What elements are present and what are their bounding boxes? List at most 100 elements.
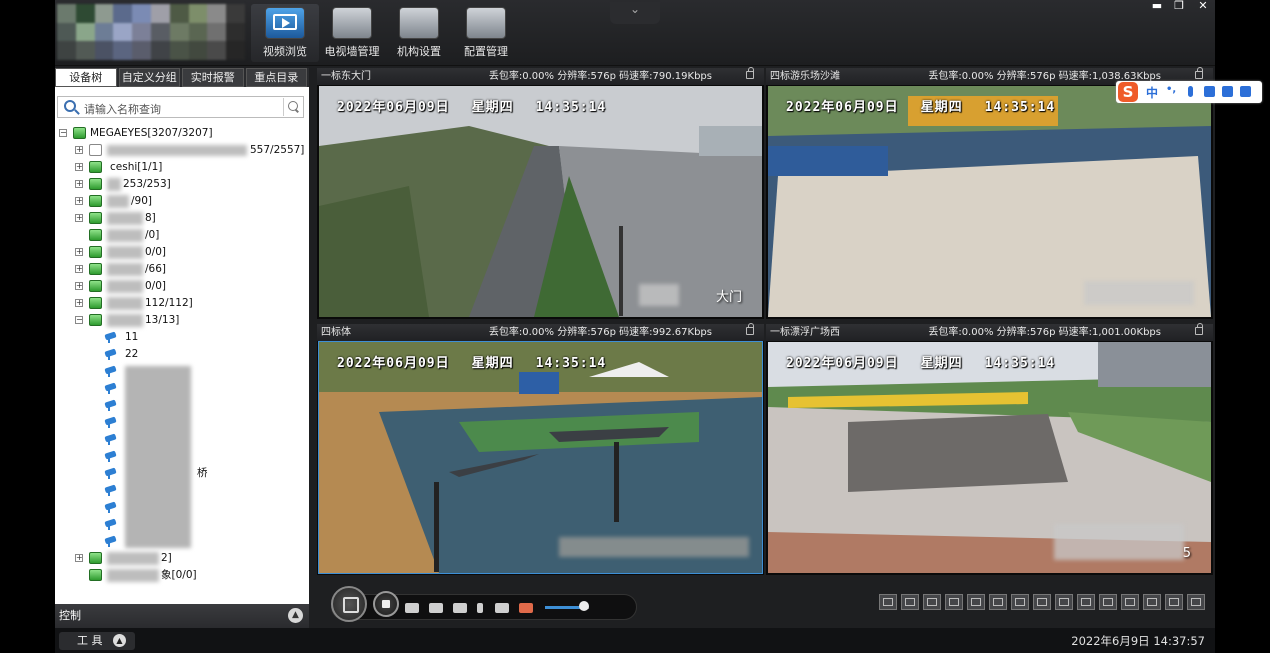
camera-label: 桥: [197, 467, 208, 479]
expand-icon[interactable]: +: [75, 214, 83, 222]
toolbox-icon[interactable]: [1240, 86, 1251, 97]
tree-node[interactable]: + 0/0]: [75, 245, 275, 260]
tree-node[interactable]: + 2]: [75, 551, 275, 566]
minimize-button[interactable]: ▬: [1147, 0, 1167, 12]
video-feed[interactable]: 2022年06月09日 星期四 14:35:14: [318, 341, 763, 574]
tab-custom-group[interactable]: 自定义分组: [118, 68, 180, 87]
layout-10-button[interactable]: [1011, 594, 1029, 610]
control-panel-header[interactable]: 控制 ▲: [55, 604, 309, 628]
tree-node[interactable]: + 112/112]: [75, 296, 275, 311]
osd-weekday: 星期四: [471, 100, 514, 115]
layout-25-button[interactable]: [1077, 594, 1095, 610]
collapse-icon[interactable]: −: [75, 316, 83, 324]
skin-icon[interactable]: [1222, 86, 1233, 97]
expand-icon[interactable]: +: [75, 265, 83, 273]
link-icon[interactable]: [1099, 594, 1117, 610]
tree-node[interactable]: + /90]: [75, 194, 275, 209]
search-button[interactable]: [283, 98, 301, 116]
search-input[interactable]: 请输入名称查询: [57, 96, 304, 118]
lock-icon[interactable]: [746, 323, 754, 335]
video-feed[interactable]: 2022年06月09日 星期四 14:35:14 5: [768, 342, 1211, 573]
tree-node[interactable]: + ceshi[1/1]: [75, 160, 275, 175]
camera-item[interactable]: 22: [105, 347, 205, 362]
video-pane[interactable]: 四标游乐场沙滩 丢包率:0.00% 分辨率:576p 码速率:1,038.63K…: [766, 67, 1213, 319]
tree-node[interactable]: + 8]: [75, 211, 275, 226]
camera-item[interactable]: 11: [105, 330, 205, 345]
nav-video-browse[interactable]: 视频浏览: [251, 4, 319, 62]
layout-13-button[interactable]: [1033, 594, 1051, 610]
layout-1-button[interactable]: [901, 594, 919, 610]
nav-organization[interactable]: 机构设置: [385, 4, 453, 62]
tree-node-expanded[interactable]: − 13/13]: [75, 313, 275, 328]
server-icon: [89, 144, 102, 156]
layout-360-button[interactable]: [879, 594, 897, 610]
tree-node[interactable]: + 0/0]: [75, 279, 275, 294]
expand-icon[interactable]: +: [75, 197, 83, 205]
restore-button[interactable]: ❐: [1169, 0, 1189, 12]
stop-button[interactable]: [373, 591, 399, 617]
video-feed[interactable]: 2022年06月09日 星期四 14:35:14 大门: [319, 86, 762, 317]
nav-tv-wall[interactable]: 电视墙管理: [318, 4, 386, 62]
expand-icon[interactable]: +: [75, 248, 83, 256]
open-window-button[interactable]: [331, 586, 367, 622]
lock-icon[interactable]: [1195, 323, 1203, 335]
speaker-mute-icon[interactable]: [519, 603, 533, 613]
microphone-icon[interactable]: [477, 603, 483, 613]
microphone-icon[interactable]: [1188, 86, 1193, 97]
nav-config[interactable]: 配置管理: [452, 4, 520, 62]
fullscreen-icon[interactable]: [1187, 594, 1205, 610]
layout-6-button[interactable]: [945, 594, 963, 610]
tree-node[interactable]: + 557/2557]: [75, 143, 305, 158]
video-feed[interactable]: 2022年06月09日 星期四 14:35:14: [768, 86, 1211, 317]
tree-node[interactable]: + 253/253]: [75, 177, 275, 192]
window-icon[interactable]: [1143, 594, 1161, 610]
exit-fullscreen-icon[interactable]: [1165, 594, 1183, 610]
org-folder-icon: [89, 229, 102, 241]
expand-icon[interactable]: +: [75, 146, 83, 154]
org-folder-icon: [89, 297, 102, 309]
lock-icon[interactable]: [1195, 67, 1203, 79]
expand-icon[interactable]: +: [75, 180, 83, 188]
ime-mode-toggle[interactable]: 中: [1146, 84, 1158, 101]
video-pane[interactable]: 一标漂浮广场西 丢包率:0.00% 分辨率:576p 码速率:1,001.00K…: [766, 323, 1213, 575]
tab-realtime-alarm[interactable]: 实时报警: [182, 68, 244, 87]
tree-node-label: ceshi[1/1]: [110, 161, 163, 173]
video-pane[interactable]: 一标东大门 丢包率:0.00% 分辨率:576p 码速率:790.19Kbps …: [317, 67, 764, 319]
layout-4-button[interactable]: [923, 594, 941, 610]
ime-punctuation-toggle[interactable]: •,: [1166, 84, 1176, 95]
tree-node[interactable]: 象[0/0]: [75, 568, 275, 583]
camera-icon: [105, 416, 119, 428]
tab-device-tree[interactable]: 设备树: [55, 68, 117, 87]
tab-key-directory[interactable]: 重点目录: [245, 68, 307, 87]
tree-node-label: 557/2557]: [250, 144, 305, 156]
tree-root[interactable]: − MEGAEYES[3207/3207]: [59, 126, 299, 141]
layout-16-button[interactable]: [1055, 594, 1073, 610]
expand-icon[interactable]: +: [75, 163, 83, 171]
ime-toolbar[interactable]: S 中 •,: [1116, 81, 1262, 103]
collapse-toolbar-button[interactable]: ⌄: [610, 2, 660, 24]
chevron-up-icon[interactable]: ▲: [288, 608, 303, 623]
lock-icon[interactable]: [746, 67, 754, 79]
expand-icon[interactable]: +: [75, 554, 83, 562]
tools-button[interactable]: 工 具 ▲: [59, 632, 135, 650]
expand-icon[interactable]: +: [75, 282, 83, 290]
intercom-icon[interactable]: [495, 603, 509, 613]
keyboard-icon[interactable]: [1204, 86, 1215, 97]
record-icon[interactable]: [405, 603, 419, 613]
layout-8-button[interactable]: [967, 594, 985, 610]
top-toolbar: 视频浏览 电视墙管理 机构设置 配置管理 ⌄ ▬ ❐ ✕: [55, 0, 1215, 66]
tree-node[interactable]: /0]: [75, 228, 275, 243]
collapse-icon[interactable]: −: [59, 129, 67, 137]
tree-node-label: 2]: [161, 552, 172, 564]
volume-slider-handle[interactable]: [579, 601, 589, 611]
snapshot-icon[interactable]: [429, 603, 443, 613]
layout-9-button[interactable]: [989, 594, 1007, 610]
close-button[interactable]: ✕: [1193, 0, 1213, 12]
osd-caption: 大门: [715, 290, 742, 305]
expand-icon[interactable]: +: [75, 299, 83, 307]
gear-icon[interactable]: [1121, 594, 1139, 610]
ptz-icon[interactable]: [453, 603, 467, 613]
camera-icon: [105, 467, 119, 479]
video-pane-selected[interactable]: 四标体 丢包率:0.00% 分辨率:576p 码速率:992.67Kbps 20…: [317, 323, 764, 575]
tree-node[interactable]: + /66]: [75, 262, 275, 277]
